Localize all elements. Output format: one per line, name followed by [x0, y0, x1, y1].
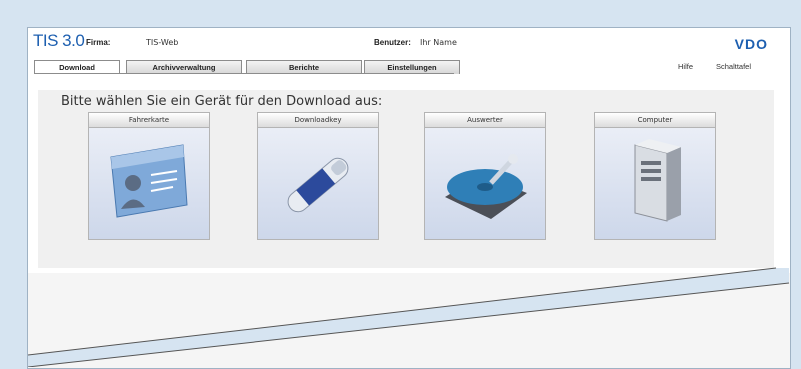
help-link[interactable]: Hilfe [678, 62, 693, 71]
firma-label: Firma: [86, 38, 111, 47]
device-card-fahrerkarte[interactable]: Fahrerkarte [88, 112, 210, 240]
user-label: Benutzer: [374, 38, 411, 47]
hard-drive-icon [445, 154, 527, 219]
tab-download[interactable]: Download [34, 60, 120, 74]
device-label: Auswerter [425, 113, 545, 128]
driver-card-icon [110, 144, 188, 218]
firma-value: TIS-Web [146, 38, 179, 47]
device-label: Downloadkey [258, 113, 378, 128]
tab-divider [34, 73, 454, 74]
app-title: TIS 3.0 [33, 31, 85, 50]
device-card-computer[interactable]: Computer [594, 112, 716, 240]
tab-berichte[interactable]: Berichte [246, 60, 362, 74]
device-card-auswerter[interactable]: Auswerter [424, 112, 546, 240]
lower-area [28, 273, 790, 368]
user-value: Ihr Name [420, 38, 457, 47]
device-card-downloadkey[interactable]: Downloadkey [257, 112, 379, 240]
tab-archivverwaltung[interactable]: Archivverwaltung [126, 60, 242, 74]
device-label: Computer [595, 113, 715, 128]
usb-key-icon [287, 157, 349, 213]
computer-icon [634, 139, 681, 222]
download-prompt: Bitte wählen Sie ein Gerät für den Downl… [61, 94, 383, 109]
tab-einstellungen[interactable]: Einstellungen [364, 60, 460, 74]
device-label: Fahrerkarte [89, 113, 209, 128]
brand-logo: VDO [734, 36, 768, 52]
dashboard-link[interactable]: Schalttafel [716, 62, 751, 71]
